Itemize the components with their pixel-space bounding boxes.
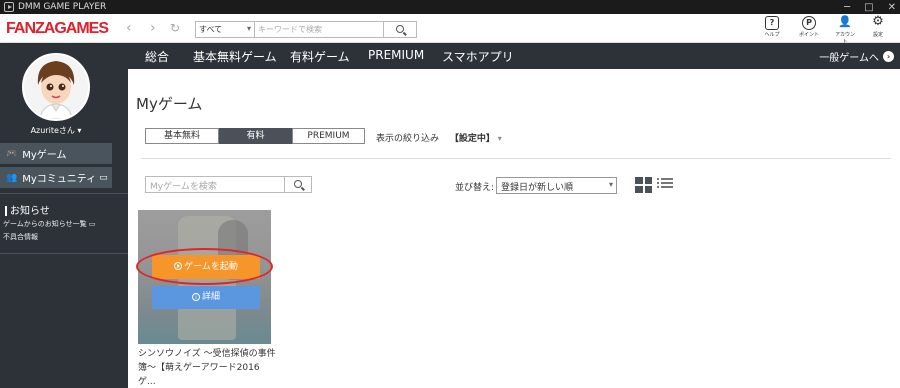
filter-label: 表示の絞り込み (376, 134, 440, 144)
gamepad-icon: 🎮 (6, 148, 18, 159)
sidebar-divider (0, 193, 128, 194)
general-games-label: 一般ゲームへ (819, 53, 879, 64)
arrow-right-icon: › (883, 51, 894, 62)
gear-icon: ⚙ (872, 14, 884, 29)
avatar-image (24, 55, 88, 119)
sort-select[interactable]: 登録日が新しい順 (496, 177, 617, 194)
close-button[interactable]: ✕ (888, 2, 896, 13)
game-type-tabs: 基本無料 有料 PREMIUM (145, 128, 365, 144)
game-title-line-1: シンソウノイズ ～受信探偵の事件 (138, 349, 276, 359)
sidebar-item-label: Myゲーム (22, 150, 67, 161)
settings-label: 設定 (872, 32, 883, 38)
users-icon: 👥 (6, 172, 18, 183)
fanza-games-logo[interactable]: FANZAGAMES (6, 20, 109, 38)
title-bar: DMM GAME PLAYER ─ □ ✕ (0, 0, 900, 14)
external-window-icon: ▭ (88, 220, 96, 228)
my-game-search-input[interactable]: Myゲームを検索 (145, 176, 285, 193)
game-title-line-2: 簿～【萌えゲーアワード2016 ゲ... (138, 363, 260, 387)
search-input[interactable]: キーワードで検索 (254, 21, 384, 38)
menu-item-smartphone-apps[interactable]: スマホアプリ (442, 48, 514, 65)
grid-view-icon[interactable] (635, 177, 652, 193)
help-label: ヘルプ (764, 32, 780, 38)
account-button[interactable]: 👤 アカウント (833, 15, 857, 46)
game-details-label: 詳細 (201, 292, 220, 302)
toolbar: FANZAGAMES ‹ › ↻ すべて キーワードで検索 ? ヘルプ P ポイ… (0, 14, 900, 46)
search-category-select[interactable]: すべて (195, 21, 255, 38)
help-button[interactable]: ? ヘルプ (760, 16, 784, 38)
sort-label: 並び替え: (455, 183, 495, 193)
username-label: Azuriteさん (30, 126, 75, 135)
display-filter[interactable]: 表示の絞り込み 【設定中】 ▾ (376, 131, 502, 144)
page-title: Myゲーム (136, 95, 203, 113)
tab-premium[interactable]: PREMIUM (292, 128, 365, 144)
filter-status: 【設定中】 (449, 134, 495, 144)
game-details-button[interactable]: i 詳細 (152, 286, 260, 309)
points-label: ポイント (798, 32, 819, 38)
window-title: DMM GAME PLAYER (18, 2, 107, 12)
username[interactable]: Azuriteさん ▾ (0, 125, 112, 136)
back-button[interactable]: ‹ (126, 20, 132, 36)
sidebar-item-label: Myコミュニティ (22, 174, 97, 185)
general-games-link[interactable]: 一般ゲームへ › (819, 49, 894, 64)
search-button[interactable] (383, 21, 417, 38)
reload-button[interactable]: ↻ (170, 21, 180, 35)
avatar[interactable] (22, 53, 90, 121)
my-game-search-button[interactable] (284, 176, 312, 193)
info-icon: i (191, 293, 200, 301)
sidebar-item-my-community[interactable]: 👥 Myコミュニティ ▭ (0, 167, 112, 189)
notice-heading: お知らせ (5, 202, 50, 217)
minimize-button[interactable]: ─ (844, 2, 850, 13)
chevron-down-icon: ▾ (497, 134, 502, 143)
sidebar: Azuriteさん ▾ 🎮 Myゲーム 👥 Myコミュニティ ▭ お知らせ ゲー… (0, 43, 128, 388)
sidebar-divider (0, 253, 128, 254)
sidebar-item-my-games[interactable]: 🎮 Myゲーム (0, 143, 112, 165)
chevron-down-icon: ▾ (77, 126, 82, 135)
menu-item-overall[interactable]: 総合 (145, 48, 169, 65)
window-controls: ─ □ ✕ (844, 0, 896, 14)
main-menu: 総合 基本無料ゲーム 有料ゲーム PREMIUM スマホアプリ 一般ゲームへ › (128, 43, 900, 69)
external-window-icon: ▭ (99, 172, 108, 183)
app-icon (4, 2, 14, 12)
points-button[interactable]: P ポイント (797, 16, 821, 38)
highlight-circle (136, 248, 273, 285)
menu-item-premium[interactable]: PREMIUM (368, 48, 424, 62)
points-icon: P (802, 16, 816, 30)
menu-item-free-games[interactable]: 基本無料ゲーム (193, 48, 277, 65)
menu-item-paid-games[interactable]: 有料ゲーム (290, 48, 350, 65)
search-icon (396, 25, 404, 33)
divider (141, 158, 891, 159)
settings-button[interactable]: ⚙ 設定 (866, 14, 890, 38)
tab-paid[interactable]: 有料 (219, 128, 292, 144)
notice-link-game-news[interactable]: ゲームからのお知らせ一覧 ▭ (3, 219, 96, 229)
notice-link-label: ゲームからのお知らせ一覧 (3, 220, 87, 228)
game-title[interactable]: シンソウノイズ ～受信探偵の事件 簿～【萌えゲーアワード2016 ゲ... (138, 347, 278, 388)
notice-link-bug-info[interactable]: 不具合情報 (3, 232, 38, 242)
help-icon: ? (765, 16, 779, 30)
search-icon (294, 180, 302, 188)
main-content: Myゲーム 基本無料 有料 PREMIUM 表示の絞り込み 【設定中】 ▾ My… (128, 69, 900, 388)
account-icon: 👤 (838, 15, 852, 28)
maximize-button[interactable]: □ (864, 2, 873, 13)
list-view-icon[interactable] (657, 178, 673, 192)
tab-free[interactable]: 基本無料 (145, 128, 219, 144)
forward-button[interactable]: › (150, 20, 156, 36)
